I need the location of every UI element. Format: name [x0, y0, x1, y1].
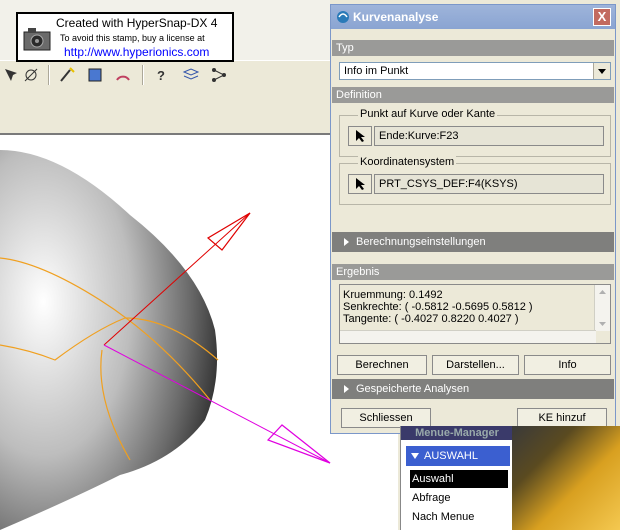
svg-text:?: ? — [157, 68, 165, 83]
saved-analyses-label: Gespeicherte Analysen — [356, 383, 470, 395]
expand-arrow-icon — [344, 238, 349, 246]
watermark-stamp: Created with HyperSnap-DX 4 To avoid thi… — [16, 12, 234, 62]
toolbar-tree-icon[interactable] — [208, 64, 230, 86]
toolbar-view-icon[interactable] — [20, 64, 42, 86]
watermark-link: http://www.hyperionics.com — [64, 45, 210, 59]
toolbar-separator — [48, 65, 50, 85]
result-box: Kruemmung: 0.1492 Senkrechte: ( -0.5812 … — [339, 284, 611, 344]
result-tangent: Tangente: ( -0.4027 0.8220 0.4027 ) — [343, 313, 519, 325]
menu-item-nach-menue[interactable]: Nach Menue — [410, 508, 508, 526]
typ-section-header: Typ — [332, 40, 614, 56]
toolbar-sketch-icon[interactable] — [56, 64, 78, 86]
menu-manager: Menue-Manager AUSWAHL Auswahl Abfrage Na… — [400, 426, 513, 530]
calc-settings-label: Berechnungseinstellungen — [356, 236, 486, 248]
result-horizontal-scrollbar[interactable] — [340, 330, 596, 343]
pointer-arrow-icon — [356, 130, 365, 142]
background-window-fragment — [512, 426, 620, 530]
csys-reference-field[interactable]: PRT_CSYS_DEF:F4(KSYS) — [374, 174, 604, 194]
menu-manager-title: Menue-Manager — [401, 426, 513, 440]
toolbar-separator — [142, 65, 144, 85]
info-button[interactable]: Info — [524, 355, 611, 375]
menu-item-auswahl[interactable]: Auswahl — [410, 470, 508, 488]
collapse-arrow-icon — [411, 453, 419, 459]
dialog-title-bar[interactable]: Kurvenanalyse X — [331, 5, 615, 29]
type-select-value: Info im Punkt — [344, 65, 409, 77]
result-section-header: Ergebnis — [332, 264, 614, 280]
point-reference-field[interactable]: Ende:Kurve:F23 — [374, 126, 604, 146]
csys-group-label: Koordinatensystem — [358, 156, 457, 168]
result-curvature: Kruemmung: 0.1492 — [343, 289, 443, 301]
toolbar-select-icon[interactable] — [0, 64, 22, 86]
menu-item-abfrage[interactable]: Abfrage — [410, 489, 508, 507]
result-normal: Senkrechte: ( -0.5812 -0.5695 0.5812 ) — [343, 301, 533, 313]
chevron-down-icon[interactable] — [593, 63, 610, 79]
normal-arrowhead — [266, 424, 331, 464]
pointer-arrow-icon — [356, 178, 365, 190]
close-dialog-button[interactable]: Schliessen — [341, 408, 431, 428]
definition-section-header: Definition — [332, 87, 614, 103]
saved-analyses-expander[interactable]: Gespeicherte Analysen — [332, 379, 614, 399]
toolbar-datum-icon[interactable] — [84, 64, 106, 86]
csys-group: Koordinatensystem PRT_CSYS_DEF:F4(KSYS) — [339, 156, 611, 205]
menu-header-auswahl[interactable]: AUSWAHL — [406, 446, 510, 466]
toolbar-help-icon[interactable]: ? — [150, 64, 172, 86]
show-button[interactable]: Darstellen... — [432, 355, 519, 375]
cad-toolbar: ? — [0, 60, 330, 90]
toolbar-layers-icon[interactable] — [180, 64, 202, 86]
watermark-line-2: To avoid this stamp, buy a license at — [60, 33, 205, 43]
app-icon — [337, 11, 349, 23]
dialog-title: Kurvenanalyse — [353, 10, 439, 24]
point-group: Punkt auf Kurve oder Kante Ende:Kurve:F2… — [339, 108, 611, 157]
calc-settings-expander[interactable]: Berechnungseinstellungen — [332, 232, 614, 252]
point-pick-button[interactable] — [348, 126, 372, 146]
camera-icon — [23, 28, 51, 51]
curve-analysis-dialog: Kurvenanalyse X Typ Info im Punkt Defini… — [330, 4, 616, 434]
cad-status-strip — [0, 89, 330, 135]
type-select[interactable]: Info im Punkt — [339, 62, 611, 80]
watermark-line-1: Created with HyperSnap-DX 4 — [56, 16, 218, 30]
csys-pick-button[interactable] — [348, 174, 372, 194]
result-vertical-scrollbar[interactable] — [594, 285, 610, 331]
menu-header-label: AUSWAHL — [424, 450, 478, 462]
point-group-label: Punkt auf Kurve oder Kante — [358, 108, 498, 120]
toolbar-analysis-icon[interactable] — [112, 64, 134, 86]
compute-button[interactable]: Berechnen — [337, 355, 427, 375]
add-feature-button[interactable]: KE hinzuf — [517, 408, 607, 428]
surface-body — [0, 150, 218, 530]
expand-arrow-icon — [344, 385, 349, 393]
close-button[interactable]: X — [593, 8, 611, 26]
